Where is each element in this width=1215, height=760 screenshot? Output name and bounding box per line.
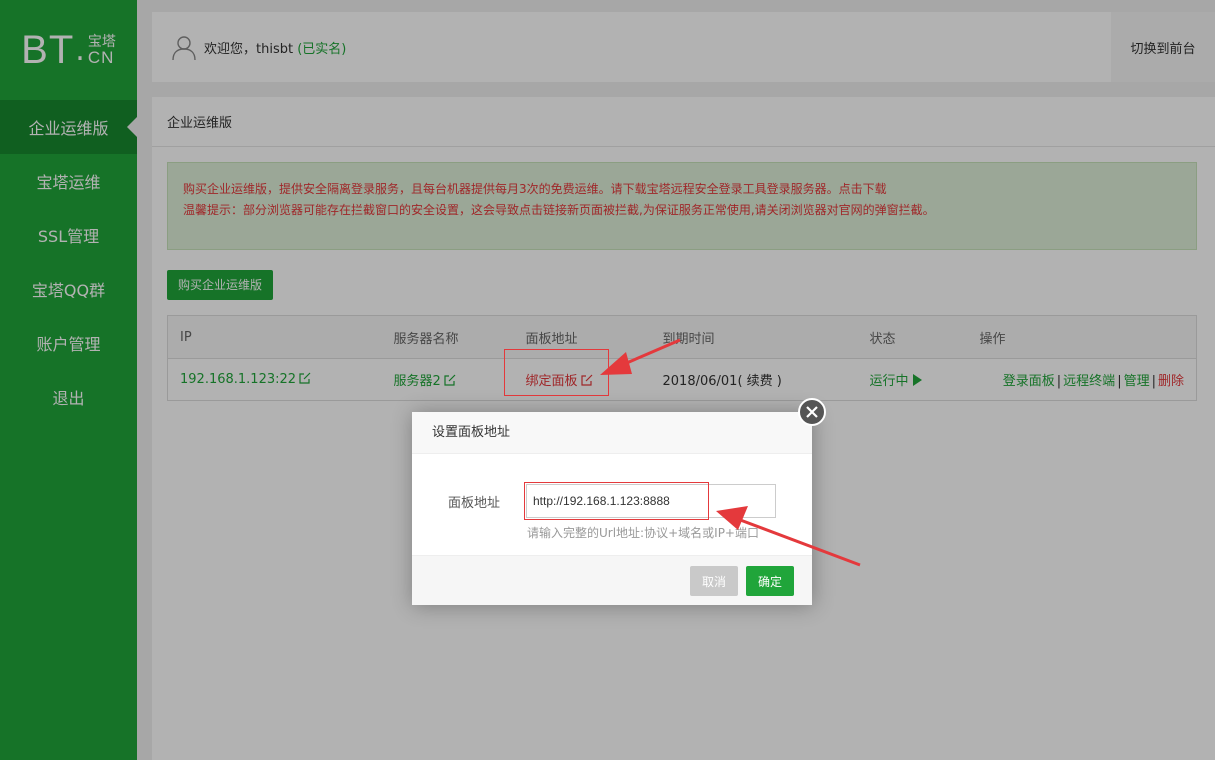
panel-address-label: 面板地址 [448,496,501,511]
highlight-box-panel [504,349,609,396]
panel-address-hint: 请输入完整的Url地址:协议+域名或IP+端口 [527,526,759,540]
dialog-footer: 取消 确定 [412,555,812,605]
cancel-button[interactable]: 取消 [690,566,738,596]
confirm-button[interactable]: 确定 [746,566,794,596]
close-icon[interactable] [798,398,826,426]
highlight-box-input [524,482,709,520]
dialog-title: 设置面板地址 [412,412,812,454]
